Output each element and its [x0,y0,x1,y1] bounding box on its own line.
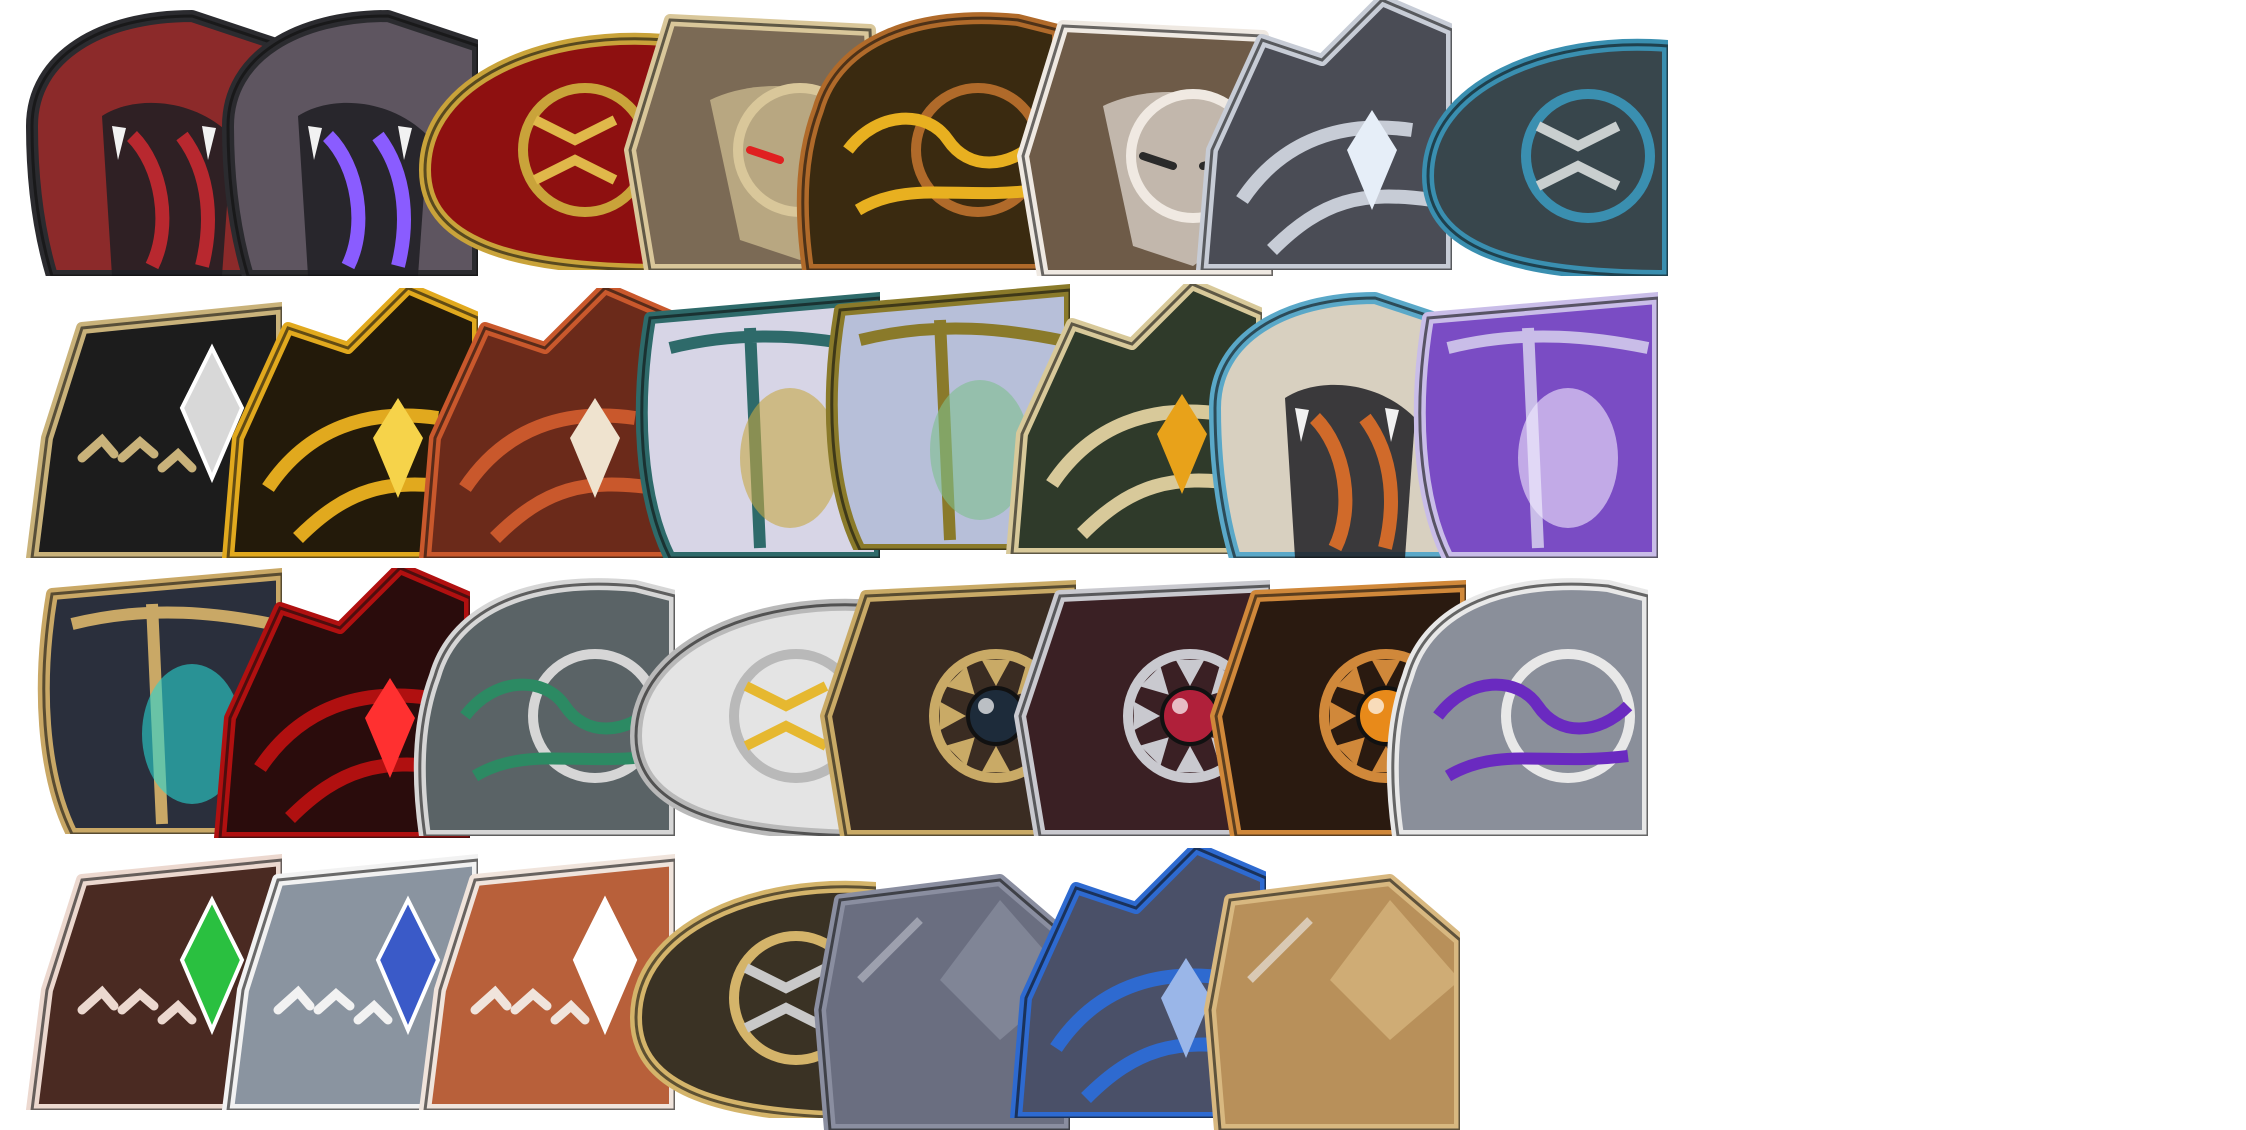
tan-leather-shield-icon[interactable] [1190,860,1460,1130]
azure-disc-shield-icon-art [1422,38,1668,276]
tan-leather-shield-icon-art [1204,874,1460,1130]
shield-icon-sprite-sheet [0,0,2246,1130]
violet-rune-shield-icon-art [1413,292,1658,558]
amethyst-scroll-shield-icon[interactable] [1378,566,1648,836]
azure-disc-shield-icon[interactable] [1398,6,1668,276]
violet-rune-shield-icon[interactable] [1388,288,1658,558]
amethyst-scroll-shield-icon-art [1386,578,1648,836]
